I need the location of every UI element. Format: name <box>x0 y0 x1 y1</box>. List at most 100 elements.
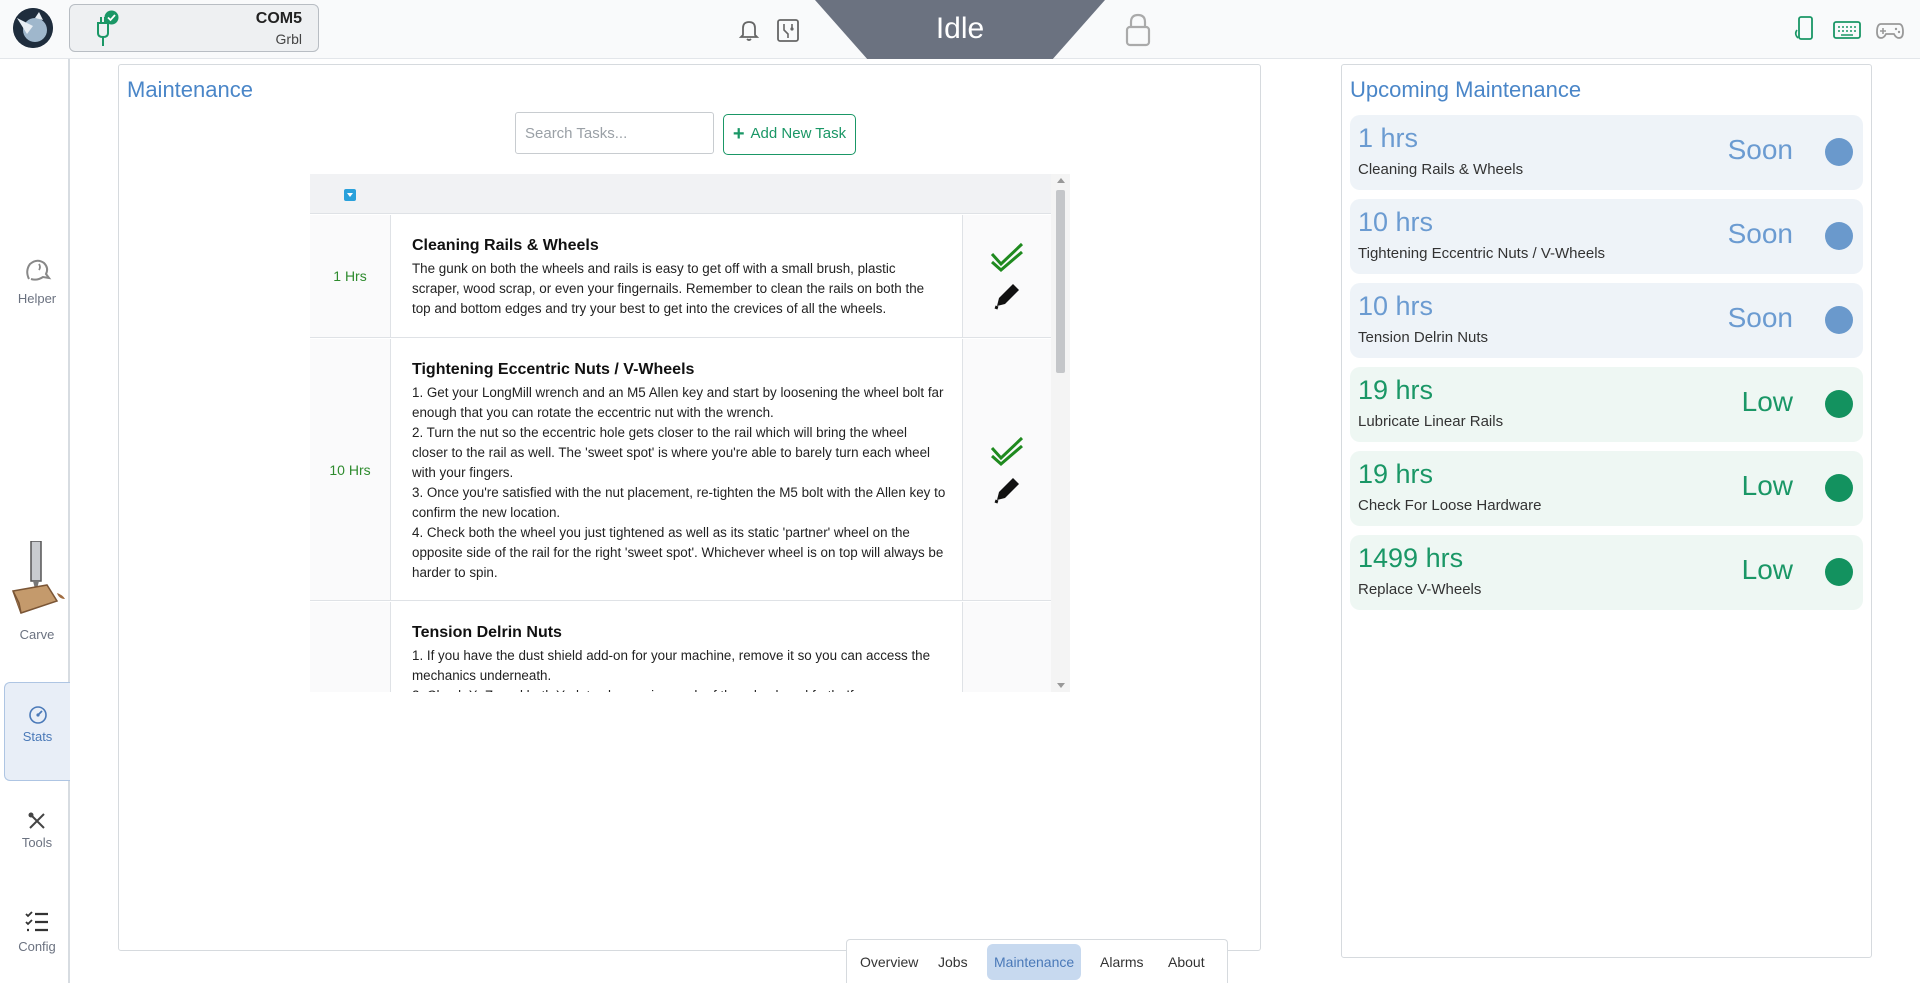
check-badge-icon <box>104 10 119 25</box>
task-body: Cleaning Rails & Wheels The gunk on both… <box>391 215 963 337</box>
status-dot <box>1825 306 1853 334</box>
status-dot <box>1825 390 1853 418</box>
circuit-board-icon[interactable] <box>774 16 802 44</box>
upcoming-item: 1499 hrs Replace V-Wheels Low <box>1350 535 1863 610</box>
task-body: Tension Delrin Nuts 1. If you have the d… <box>391 602 963 692</box>
tasks-table: 1 Hrs Cleaning Rails & Wheels The gunk o… <box>310 174 1070 692</box>
task-actions <box>963 339 1051 600</box>
table-row: 1 Hrs Cleaning Rails & Wheels The gunk o… <box>310 215 1051 338</box>
table-scrollbar[interactable] <box>1051 174 1070 692</box>
upcoming-item: 19 hrs Check For Loose Hardware Low <box>1350 451 1863 526</box>
upcoming-hours: 1499 hrs <box>1358 543 1464 573</box>
upcoming-level: Low <box>1741 554 1793 585</box>
pencil-icon[interactable] <box>989 474 1025 506</box>
upcoming-maintenance-panel: Upcoming Maintenance 1 hrs Cleaning Rail… <box>1341 64 1872 958</box>
upcoming-title: Upcoming Maintenance <box>1350 77 1582 102</box>
sidebar-item-label: Config <box>18 939 56 954</box>
phone-icon[interactable] <box>1791 14 1819 42</box>
upcoming-item: 1 hrs Cleaning Rails & Wheels Soon <box>1350 115 1863 190</box>
list-icon <box>25 911 48 932</box>
upcoming-hours: 1 hrs <box>1358 123 1419 153</box>
plus-icon: + <box>732 123 745 145</box>
upcoming-level: Soon <box>1727 134 1793 165</box>
machine-state: Idle <box>815 0 1105 59</box>
upcoming-level: Low <box>1741 470 1793 501</box>
panel-title: Maintenance <box>127 77 253 102</box>
task-description: 1. If you have the dust shield add-on fo… <box>412 648 931 692</box>
add-new-task-button[interactable]: + Add New Task <box>723 114 856 155</box>
sidebar-item-label: Stats <box>22 729 53 744</box>
machine-state-label: Idle <box>935 12 985 45</box>
bell-icon[interactable] <box>735 16 763 44</box>
tools-icon <box>28 812 45 829</box>
status-dot <box>1825 138 1853 166</box>
search-tasks-input[interactable] <box>515 112 714 154</box>
task-title: Tension Delrin Nuts <box>412 624 562 641</box>
upcoming-item: 19 hrs Lubricate Linear Rails Low <box>1350 367 1863 442</box>
task-actions <box>963 215 1051 337</box>
upcoming-item: 10 hrs Tightening Eccentric Nuts / V-Whe… <box>1350 199 1863 274</box>
sidebar: Helper Carve Stats Tools Config <box>0 59 70 983</box>
logo <box>13 8 53 48</box>
upcoming-name: Cleaning Rails & Wheels <box>1358 161 1524 178</box>
upcoming-level: Soon <box>1727 302 1793 333</box>
upcoming-hours: 19 hrs <box>1358 459 1434 489</box>
upcoming-name: Tension Delrin Nuts <box>1358 329 1489 346</box>
scroll-down-icon[interactable] <box>1057 683 1065 688</box>
pencil-icon[interactable] <box>989 280 1025 312</box>
upcoming-name: Tightening Eccentric Nuts / V-Wheels <box>1358 245 1606 262</box>
upcoming-hours: 10 hrs <box>1358 291 1434 321</box>
sidebar-item-tools[interactable]: Tools <box>4 811 70 850</box>
sort-icon[interactable] <box>344 189 356 201</box>
upcoming-hours: 10 hrs <box>1358 207 1434 237</box>
upcoming-name: Lubricate Linear Rails <box>1358 413 1504 430</box>
sidebar-item-label: Tools <box>21 835 53 850</box>
upcoming-name: Check For Loose Hardware <box>1358 497 1542 514</box>
status-dot <box>1825 558 1853 586</box>
sidebar-item-label: Carve <box>19 627 55 642</box>
task-description: The gunk on both the wheels and rails is… <box>412 261 925 316</box>
upcoming-name: Replace V-Wheels <box>1358 581 1482 598</box>
tab-alarms[interactable]: Alarms <box>1093 944 1151 980</box>
upcoming-level: Soon <box>1727 218 1793 249</box>
upcoming-level: Low <box>1741 386 1793 417</box>
upcoming-item: 10 hrs Tension Delrin Nuts Soon <box>1350 283 1863 358</box>
gauge-icon <box>28 706 47 724</box>
task-description: 1. Get your LongMill wrench and an M5 Al… <box>412 385 946 580</box>
add-new-task-label: Add New Task <box>750 125 847 142</box>
scroll-up-icon[interactable] <box>1057 178 1065 183</box>
task-title: Cleaning Rails & Wheels <box>412 237 599 254</box>
connection-port: COM5 <box>255 10 302 27</box>
task-rate <box>310 602 391 692</box>
sidebar-item-label: Helper <box>17 291 57 306</box>
helper-icon <box>26 259 52 281</box>
sidebar-item-config[interactable]: Config <box>4 909 70 954</box>
carve-icon <box>11 541 65 614</box>
status-dot <box>1825 222 1853 250</box>
scrollbar-thumb[interactable] <box>1056 190 1065 373</box>
task-rate: 10 Hrs <box>310 339 391 600</box>
table-header <box>310 174 1051 214</box>
sidebar-item-carve[interactable]: Carve <box>4 541 70 642</box>
tab-about[interactable]: About <box>1161 944 1212 980</box>
task-title: Tightening Eccentric Nuts / V-Wheels <box>412 361 695 378</box>
lock-icon[interactable] <box>1124 12 1152 48</box>
tab-overview[interactable]: Overview <box>853 944 925 980</box>
check-icon[interactable] <box>989 240 1025 272</box>
task-rate: 1 Hrs <box>310 215 391 337</box>
table-row: Tension Delrin Nuts 1. If you have the d… <box>310 602 1051 692</box>
top-bar: COM5 Grbl Idle <box>0 0 1920 59</box>
gamepad-icon[interactable] <box>1875 16 1905 44</box>
connection-button[interactable]: COM5 Grbl <box>69 4 319 52</box>
keyboard-icon[interactable] <box>1832 16 1862 44</box>
tab-maintenance[interactable]: Maintenance <box>987 944 1082 980</box>
maintenance-panel: Maintenance + Add New Task 1 Hrs Cleaning… <box>118 64 1261 951</box>
table-row: 10 Hrs Tightening Eccentric Nuts / V-Whe… <box>310 339 1051 601</box>
sidebar-item-stats[interactable]: Stats <box>4 682 70 781</box>
tab-jobs[interactable]: Jobs <box>931 944 975 980</box>
upcoming-hours: 19 hrs <box>1358 375 1434 405</box>
stats-tabs: Overview Jobs Maintenance Alarms About <box>846 939 1228 983</box>
status-dot <box>1825 474 1853 502</box>
sidebar-item-helper[interactable]: Helper <box>4 255 70 306</box>
check-icon[interactable] <box>989 434 1025 466</box>
